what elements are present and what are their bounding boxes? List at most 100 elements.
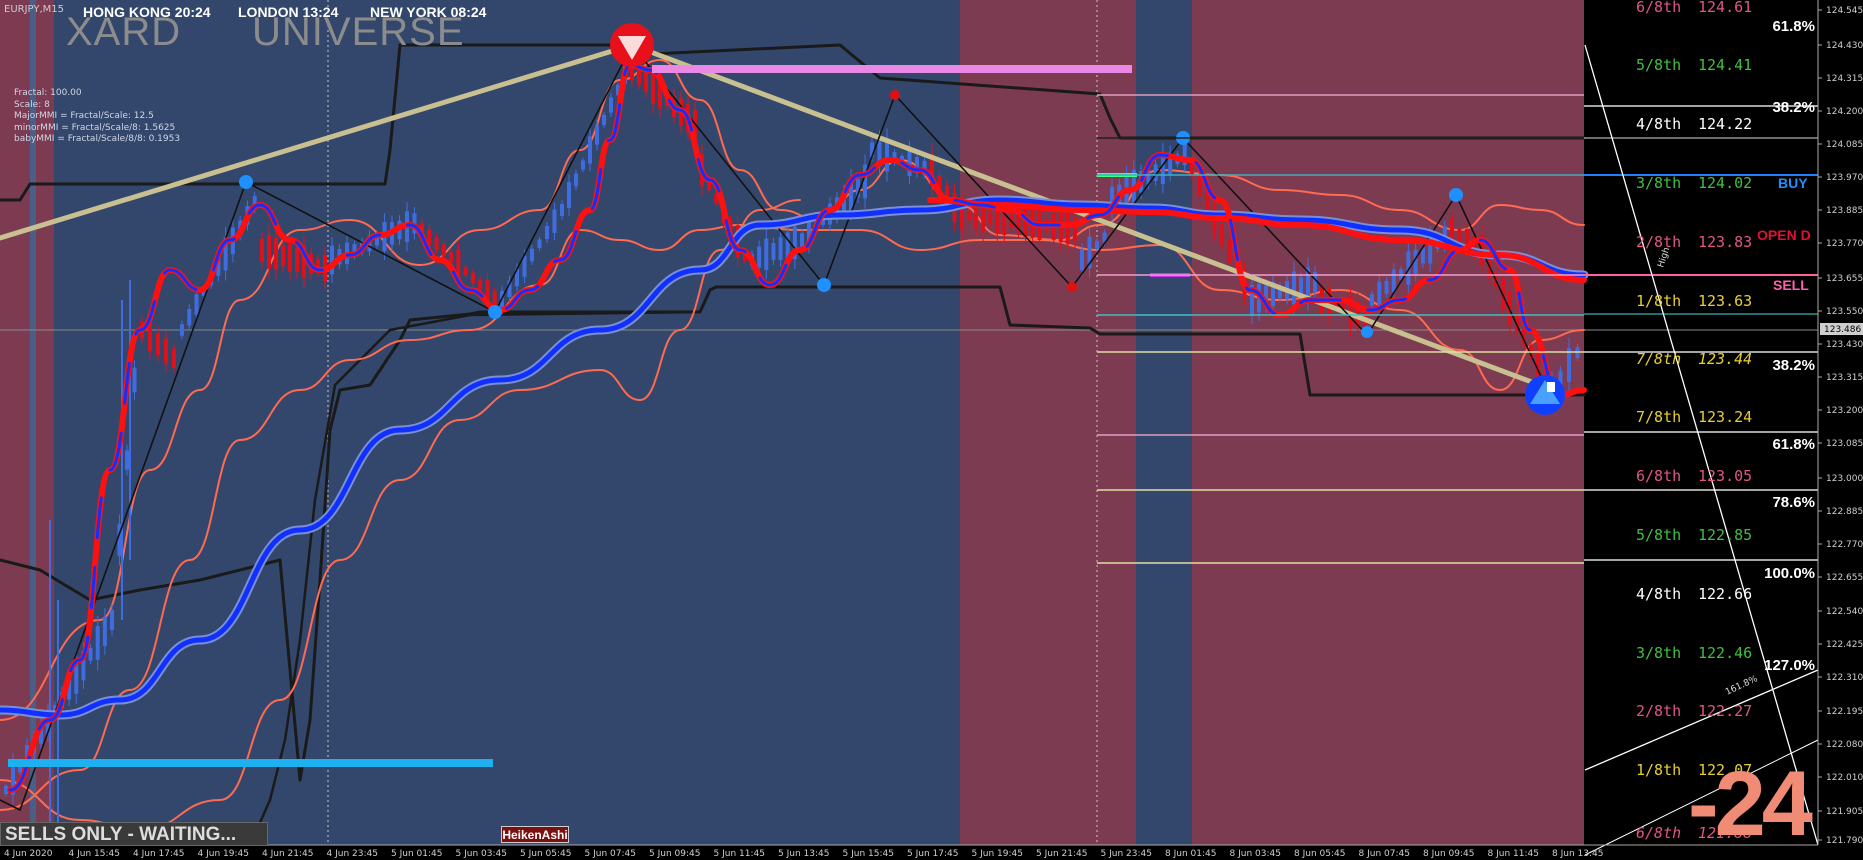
time-tick-label: 5 Jun 05:45 <box>520 849 571 859</box>
candle-body <box>441 244 446 257</box>
buy-signal-marker <box>1547 382 1555 392</box>
time-tick-label: 4 Jun 23:45 <box>327 849 378 859</box>
price-axis-bg <box>1818 0 1863 860</box>
candle-body <box>552 209 557 233</box>
heiken-ashi-button[interactable]: HeikenAshi <box>501 826 569 843</box>
candle-body <box>651 71 655 105</box>
candle-body <box>588 136 592 164</box>
session-block <box>1136 0 1192 845</box>
session-block <box>960 0 1136 845</box>
murrey-label: 5/8th <box>1636 526 1681 544</box>
price-tick-label: 124.545 <box>1826 6 1863 16</box>
fractal-line: Fractal: 100.00 <box>14 88 82 98</box>
candle-body <box>545 226 549 239</box>
murrey-price: 124.22 <box>1698 115 1752 133</box>
candle-body <box>1370 294 1374 306</box>
pink-bar <box>652 65 1132 73</box>
fibo-label: 100.0% <box>1764 565 1815 582</box>
price-tick-label: 123.885 <box>1826 206 1863 216</box>
time-tick-label: 5 Jun 19:45 <box>972 849 1023 859</box>
candle-body <box>907 148 912 177</box>
murrey-price: 122.27 <box>1698 702 1752 720</box>
time-tick-label: 8 Jun 13:45 <box>1552 849 1603 859</box>
fractal-line: Scale: 8 <box>14 99 50 110</box>
price-tick-label: 123.770 <box>1826 239 1863 249</box>
time-tick-label: 4 Jun 21:45 <box>262 849 313 859</box>
time-tick-label: 5 Jun 09:45 <box>649 849 700 859</box>
candle-body <box>1567 348 1571 382</box>
time-tick-label: 5 Jun 11:45 <box>714 849 765 859</box>
time-tick-label: 5 Jun 15:45 <box>843 849 894 859</box>
price-tick-label: 122.310 <box>1826 673 1863 683</box>
time-tick-label: 5 Jun 17:45 <box>907 849 958 859</box>
time-tick-label: 8 Jun 09:45 <box>1423 849 1474 859</box>
fibo-label: 61.8% <box>1772 18 1815 35</box>
time-tick-label: 8 Jun 03:45 <box>1230 849 1281 859</box>
candle-body <box>434 237 439 250</box>
candle-body <box>1072 217 1077 241</box>
candle-body <box>1065 212 1070 245</box>
price-tick-label: 122.655 <box>1826 573 1863 583</box>
price-tick-label: 123.970 <box>1826 173 1863 183</box>
candle-body <box>194 294 199 315</box>
price-tick-label: 121.905 <box>1826 807 1863 817</box>
candle-body <box>156 332 160 356</box>
pivot-dot <box>488 305 502 319</box>
murrey-price: 124.41 <box>1698 56 1752 74</box>
murrey-price: 123.83 <box>1698 233 1752 251</box>
murrey-label: 6/8th <box>1636 467 1681 485</box>
price-tick-label: 122.425 <box>1826 640 1863 650</box>
candle-body <box>95 625 100 660</box>
candle-body <box>537 239 542 249</box>
fibo-label: 38.2% <box>1772 99 1815 116</box>
candle-body <box>180 324 184 336</box>
candle-body <box>267 235 271 269</box>
candle-body <box>281 245 285 267</box>
cyan-bar <box>8 759 493 767</box>
candle-body <box>974 205 979 229</box>
chart-canvas[interactable]: 6/8th 124.61 5/8th 124.41 4/8th 124.22 3/8th 12… <box>0 0 1863 860</box>
price-tick-label: 121.790 <box>1826 836 1863 846</box>
candle-body <box>132 367 137 393</box>
murrey-label: 3/8th <box>1636 174 1681 192</box>
candle-body <box>757 246 762 268</box>
murrey-price: 124.02 <box>1698 174 1752 192</box>
murrey-price: 123.24 <box>1698 408 1752 426</box>
candle-body <box>560 203 564 217</box>
candle-body <box>1457 228 1462 242</box>
candle-body <box>1377 281 1382 306</box>
candle-body <box>1391 269 1396 293</box>
murrey-label: 7/8th <box>1636 408 1681 426</box>
murrey-price: 123.44 <box>1698 350 1752 368</box>
price-tick-label: 123.000 <box>1826 474 1863 484</box>
candle-body <box>1197 176 1202 197</box>
price-tick-label: 122.770 <box>1826 540 1863 550</box>
murrey-label: 4/8th <box>1636 115 1681 133</box>
candle-body <box>609 97 613 113</box>
pivot-dot <box>890 90 900 100</box>
time-tick-label: 5 Jun 03:45 <box>456 849 507 859</box>
candle-body <box>1227 238 1232 265</box>
pivot-dot <box>817 278 831 292</box>
candle-body <box>1292 271 1296 305</box>
murrey-price: 122.85 <box>1698 526 1752 544</box>
price-tick-label: 124.315 <box>1826 74 1863 84</box>
murrey-label: 1/8th <box>1636 761 1681 779</box>
candle-body <box>110 610 114 630</box>
signal-buy: BUY <box>1778 175 1808 191</box>
price-tick-label: 122.080 <box>1826 740 1863 750</box>
fractal-line: minorMMI = Fractal/Scale/8: 1.5625 <box>14 122 176 133</box>
time-tick-label: 4 Jun 19:45 <box>198 849 249 859</box>
candle-body <box>88 647 93 661</box>
candle-body <box>1080 249 1084 271</box>
pivot-dot <box>239 175 253 189</box>
candle-body <box>295 248 299 272</box>
candle-body <box>771 242 776 260</box>
time-tick-label: 5 Jun 01:45 <box>391 849 442 859</box>
price-tick-label: 122.010 <box>1826 773 1863 783</box>
candle-body <box>1095 240 1099 250</box>
fibo-label: 38.2% <box>1772 357 1815 374</box>
brand-universe: UNIVERSE <box>252 10 465 54</box>
murrey-price: 123.63 <box>1698 292 1752 310</box>
price-tick-label: 123.200 <box>1826 406 1863 416</box>
